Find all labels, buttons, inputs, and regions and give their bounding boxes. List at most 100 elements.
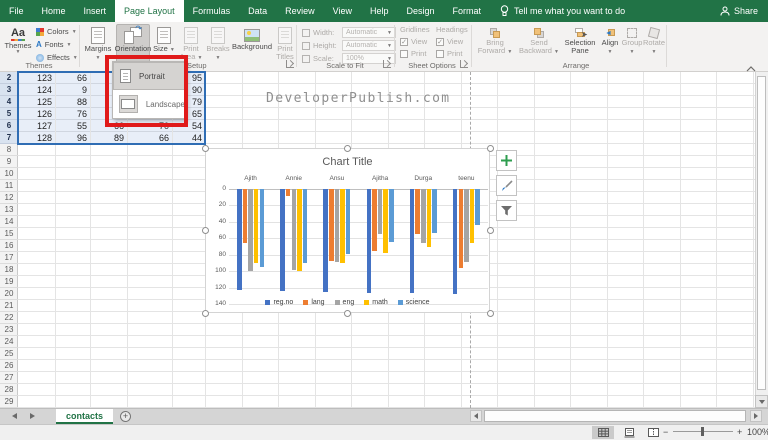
chart-resize-handle[interactable]: [201, 309, 209, 317]
row-header-16[interactable]: 16: [0, 240, 18, 252]
chart-resize-handle[interactable]: [201, 226, 209, 234]
chart-title[interactable]: Chart Title: [206, 156, 489, 168]
tab-help[interactable]: Help: [361, 0, 398, 22]
background-button[interactable]: Background: [232, 24, 272, 66]
chart-resize-handle[interactable]: [486, 309, 494, 317]
chart-resize-handle[interactable]: [201, 144, 209, 152]
legend-item-reg.no: reg.no: [265, 299, 293, 306]
row-header-11[interactable]: 11: [0, 180, 18, 192]
bring-forward-button: Bring Forward ▼: [474, 24, 516, 66]
prev-sheet-arrow-icon[interactable]: [12, 413, 17, 419]
bar-reg.no-Durga: [409, 189, 415, 294]
view-page-layout-button[interactable]: [618, 426, 640, 439]
chart-styles-brush-icon[interactable]: [496, 175, 517, 196]
row-header-6[interactable]: 6: [0, 120, 18, 132]
tab-file[interactable]: File: [0, 0, 33, 22]
row-header-19[interactable]: 19: [0, 276, 18, 288]
next-sheet-arrow-icon[interactable]: [30, 413, 35, 419]
themes-aa-icon: Aa: [10, 27, 26, 39]
sheet-options-dialog-launcher-icon[interactable]: [460, 60, 468, 68]
row-header-27[interactable]: 27: [0, 372, 18, 384]
chart-filters-funnel-icon[interactable]: [496, 200, 517, 221]
tab-data[interactable]: Data: [239, 0, 276, 22]
row-header-2[interactable]: 2: [0, 72, 18, 84]
tab-view[interactable]: View: [324, 0, 361, 22]
chart-object[interactable]: Chart Title 0 20 40 60 80 100 120 140 Ajith Annie…: [205, 148, 490, 313]
category-label: Ajitha: [371, 175, 389, 182]
scale-to-fit-dialog-launcher-icon[interactable]: [383, 60, 391, 68]
bar-lang-Durga: [415, 189, 420, 235]
row-header-3[interactable]: 3: [0, 84, 18, 96]
chart-resize-handle[interactable]: [343, 309, 351, 317]
tab-page-layout[interactable]: Page Layout: [115, 0, 184, 22]
zoom-slider-thumb[interactable]: [701, 427, 704, 436]
hscroll-left-arrow[interactable]: [470, 410, 482, 422]
share-button[interactable]: Share: [720, 0, 768, 22]
tab-design[interactable]: Design: [398, 0, 444, 22]
tab-home[interactable]: Home: [33, 0, 75, 22]
row-header-14[interactable]: 14: [0, 216, 18, 228]
themes-button[interactable]: Aa Themes ▼: [3, 24, 33, 66]
row-header-18[interactable]: 18: [0, 264, 18, 276]
category-label: Annie: [285, 175, 303, 182]
row-header-24[interactable]: 24: [0, 336, 18, 348]
sheet-tab-contacts[interactable]: contacts: [56, 409, 114, 424]
zoom-out-minus[interactable]: −: [663, 427, 668, 437]
row-header-29[interactable]: 29: [0, 396, 18, 408]
legend-item-math: math: [364, 299, 388, 306]
row-header-28[interactable]: 28: [0, 384, 18, 396]
selection-pane-button[interactable]: ➤ Selection Pane: [562, 24, 598, 66]
tab-formulas[interactable]: Formulas: [184, 0, 240, 22]
legend-item-lang: lang: [303, 299, 325, 306]
value-axis-tick: 0: [222, 185, 226, 192]
send-backward-button: Send Backward ▼: [518, 24, 560, 66]
row-headers[interactable]: 2 3 4 5 6 7 8 9 10 11 12 13 14 15 16 17 18 19 20 21 22 23 24 25…: [0, 72, 18, 408]
tell-me-box[interactable]: Tell me what you want to do: [500, 0, 625, 22]
row-header-23[interactable]: 23: [0, 324, 18, 336]
row-header-25[interactable]: 25: [0, 348, 18, 360]
new-sheet-plus-icon[interactable]: +: [120, 411, 131, 422]
row-header-22[interactable]: 22: [0, 312, 18, 324]
row-header-8[interactable]: 8: [0, 144, 18, 156]
orientation-icon: ↷: [124, 25, 142, 44]
row-header-9[interactable]: 9: [0, 156, 18, 168]
vscroll-down-arrow[interactable]: [755, 395, 768, 408]
tab-format[interactable]: Format: [444, 0, 491, 22]
vertical-scrollbar-thumb[interactable]: [757, 76, 766, 390]
sheet-options-gridlines: Gridlines ✓ View Print: [400, 25, 430, 58]
value-axis-tick: 40: [218, 217, 226, 225]
row-header-17[interactable]: 17: [0, 252, 18, 264]
colors-button[interactable]: Colors ▼: [36, 27, 77, 36]
row-header-4[interactable]: 4: [0, 96, 18, 108]
align-button[interactable]: ◄ Align ▼: [600, 24, 620, 66]
chart-resize-handle[interactable]: [343, 144, 351, 152]
row-header-13[interactable]: 13: [0, 204, 18, 216]
tab-review[interactable]: Review: [276, 0, 324, 22]
fonts-button[interactable]: A Fonts ▼: [36, 40, 72, 49]
row-header-15[interactable]: 15: [0, 228, 18, 240]
page-setup-dialog-launcher-icon[interactable]: [286, 60, 294, 68]
value-axis-tick: 60: [218, 234, 226, 242]
view-page-break-button[interactable]: [642, 426, 664, 439]
chart-resize-handle[interactable]: [486, 226, 494, 234]
row-header-26[interactable]: 26: [0, 360, 18, 372]
view-normal-button[interactable]: [592, 426, 614, 439]
bar-science-Annie: [302, 189, 308, 263]
chart-resize-handle[interactable]: [486, 144, 494, 152]
row-header-10[interactable]: 10: [0, 168, 18, 180]
row-header-12[interactable]: 12: [0, 192, 18, 204]
sheet-options-group-label: Sheet Options: [408, 61, 456, 70]
bar-science-Ajith: [259, 189, 265, 268]
chart-legend[interactable]: reg.no lang eng math science: [206, 299, 489, 306]
row-header-20[interactable]: 20: [0, 288, 18, 300]
row-header-5[interactable]: 5: [0, 108, 18, 120]
hscroll-right-arrow[interactable]: [750, 410, 762, 422]
row-header-7[interactable]: 7: [0, 132, 18, 144]
row-header-21[interactable]: 21: [0, 300, 18, 312]
chart-elements-plus-icon[interactable]: [496, 150, 517, 171]
horizontal-scrollbar-thumb[interactable]: [484, 410, 746, 422]
zoom-in-plus[interactable]: +: [737, 427, 742, 437]
tab-insert[interactable]: Insert: [75, 0, 116, 22]
bar-eng-Ajith: [248, 189, 253, 272]
ribbon-tabs: File Home Insert Page Layout Formulas Data Rev…: [0, 0, 490, 22]
